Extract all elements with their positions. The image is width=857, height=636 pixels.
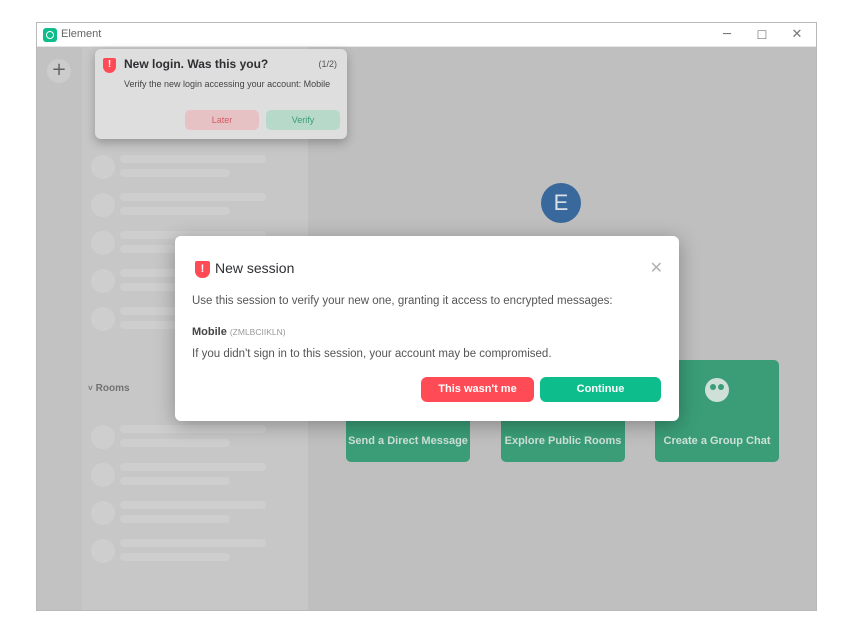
window-title: Element — [61, 28, 102, 40]
dialog-warning: If you didn't sign in to this session, y… — [192, 348, 552, 360]
this-wasnt-me-button[interactable]: This wasn't me — [421, 377, 534, 402]
continue-button[interactable]: Continue — [540, 377, 661, 402]
dialog-title: New session — [215, 260, 295, 276]
session-name: Mobile — [192, 326, 227, 338]
dialog-description: Use this session to verify your new one,… — [192, 295, 613, 307]
toast-counter: (1/2) — [318, 59, 337, 69]
session-id: (ZMLBCIIKLN) — [229, 327, 286, 337]
element-logo-icon — [43, 28, 57, 42]
close-icon[interactable]: ✕ — [650, 258, 663, 277]
toast-title: New login. Was this you? — [124, 57, 269, 71]
verify-button[interactable]: Verify — [266, 110, 340, 130]
maximize-button[interactable]: ☐ — [749, 25, 775, 45]
new-login-toast: ! New login. Was this you? (1/2) Verify … — [95, 49, 347, 139]
shield-warning-icon: ! — [195, 261, 210, 278]
minimize-button[interactable]: ─ — [714, 25, 740, 45]
new-session-dialog: ! New session ✕ Use this session to veri… — [175, 236, 679, 421]
session-info: Mobile (ZMLBCIIKLN) — [192, 322, 286, 340]
close-window-button[interactable]: ✕ — [784, 25, 810, 45]
shield-warning-icon: ! — [103, 58, 116, 73]
later-button[interactable]: Later — [185, 110, 259, 130]
toast-description: Verify the new login accessing your acco… — [124, 79, 331, 89]
title-bar: Element ─ ☐ ✕ — [37, 23, 816, 47]
